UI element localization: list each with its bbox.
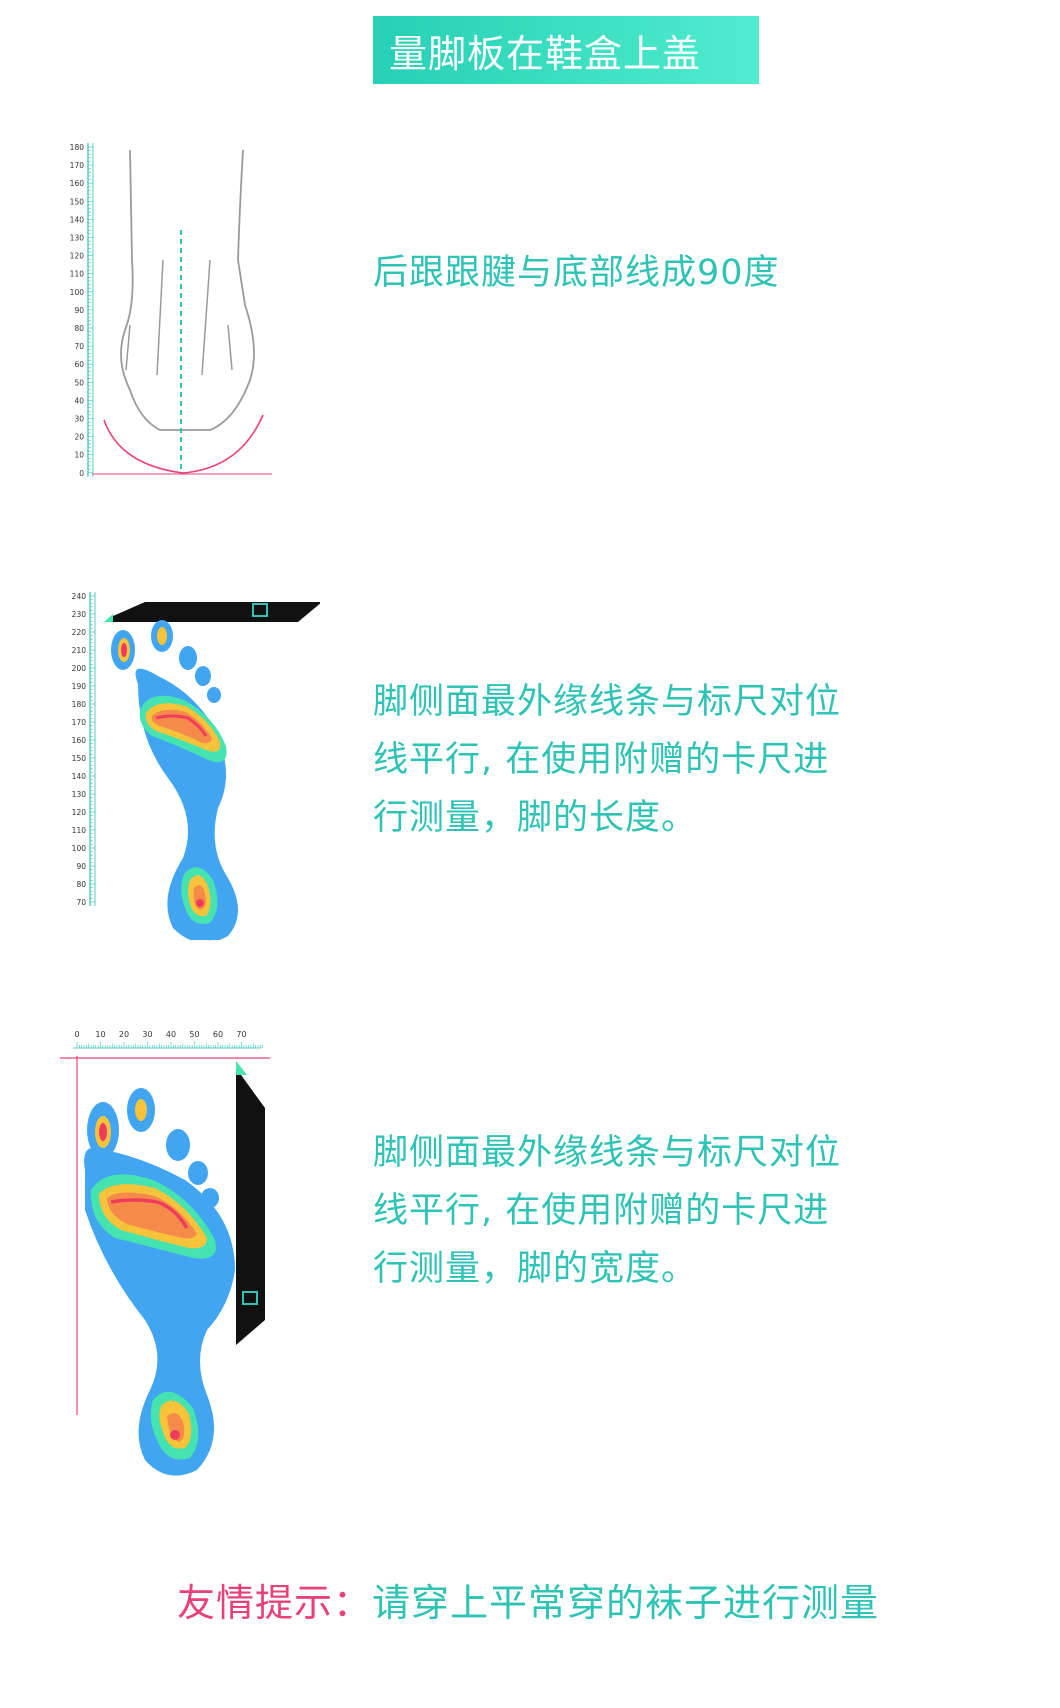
ruler-tick-label: 240 bbox=[72, 592, 87, 601]
ruler-tick-label: 90 bbox=[76, 862, 86, 871]
ruler-tick-label: 30 bbox=[142, 1030, 152, 1039]
ruler-tick-label: 160 bbox=[72, 736, 87, 745]
ankle-line bbox=[227, 324, 233, 371]
leg-outline bbox=[120, 149, 255, 431]
ruler-tick-label: 20 bbox=[74, 433, 84, 442]
ruler-tick-label: 70 bbox=[76, 898, 86, 907]
foot-heatmap bbox=[84, 1088, 236, 1476]
ruler-tick-label: 110 bbox=[70, 270, 85, 279]
instruction-line: 脚侧面最外缘线条与标尺对位 bbox=[373, 1133, 842, 1173]
ruler-tick-label: 110 bbox=[72, 826, 87, 835]
ruler-tick-label: 0 bbox=[79, 469, 84, 478]
ruler-tick-label: 220 bbox=[72, 628, 87, 637]
ruler-tick-label: 20 bbox=[119, 1030, 129, 1039]
tip-label: 友情提示： bbox=[177, 1581, 373, 1625]
foot-length-illustration: 240 230 220 210 200 190 180 170 160 150 140 130 120 1… bbox=[72, 592, 320, 940]
tip-body: 请穿上平常穿的袜子进行测量 bbox=[372, 1581, 880, 1625]
caliper-tip bbox=[236, 1061, 247, 1075]
ruler-tick-label: 150 bbox=[70, 197, 85, 206]
ruler-tick-label: 140 bbox=[70, 215, 85, 224]
instruction-line: 脚侧面最外缘线条与标尺对位 bbox=[373, 682, 842, 722]
ruler-tick-label: 120 bbox=[72, 808, 87, 817]
ruler-tick-label: 120 bbox=[70, 252, 85, 261]
ruler-tick-label: 30 bbox=[74, 415, 84, 424]
heel-illustration: 1801701601501401301201101009080706050403… bbox=[70, 143, 272, 478]
instruction-line: 线平行, 在使用附赠的卡尺进 bbox=[373, 1191, 830, 1231]
friendly-tip: 友情提示：请穿上平常穿的袜子进行测量 bbox=[177, 1572, 879, 1627]
instruction-line: 行测量，脚的长度。 bbox=[373, 798, 698, 838]
ruler-tick-label: 170 bbox=[72, 718, 87, 727]
ruler-tick-label: 50 bbox=[189, 1030, 199, 1039]
instruction-line: 线平行, 在使用附赠的卡尺进 bbox=[373, 740, 830, 780]
ruler-tick-label: 40 bbox=[74, 396, 84, 405]
vertical-ruler: 1801701601501401301201101009080706050403… bbox=[70, 143, 94, 478]
ruler-tick-label: 60 bbox=[74, 360, 84, 369]
vertical-ruler: 240 230 220 210 200 190 180 170 160 150 140 130 120 1… bbox=[72, 592, 96, 907]
ruler-tick-label: 100 bbox=[70, 288, 85, 297]
ruler-tick-label: 170 bbox=[70, 161, 85, 170]
ruler-tick-label: 10 bbox=[74, 451, 84, 460]
foot-width-illustration: 0 10 20 30 40 50 60 70 bbox=[60, 1030, 270, 1476]
ruler-tick-label: 80 bbox=[76, 880, 86, 889]
ruler-tick-label: 40 bbox=[166, 1030, 176, 1039]
ruler-tick-label: 70 bbox=[236, 1030, 246, 1039]
ruler-tick-label: 130 bbox=[72, 790, 87, 799]
ruler-tick-label: 0 bbox=[74, 1030, 79, 1039]
ruler-tick-label: 80 bbox=[74, 324, 84, 333]
instruction-line: 行测量，脚的宽度。 bbox=[373, 1249, 698, 1289]
ankle-line bbox=[125, 324, 131, 371]
ruler-tick-label: 230 bbox=[72, 610, 87, 619]
ruler-tick-label: 100 bbox=[72, 844, 87, 853]
ruler-tick-label: 150 bbox=[72, 754, 87, 763]
ruler-tick-label: 50 bbox=[74, 378, 84, 387]
caliper-tip bbox=[104, 614, 113, 622]
ruler-tick-label: 180 bbox=[72, 700, 87, 709]
tendon-line bbox=[156, 259, 164, 376]
ruler-tick-label: 200 bbox=[72, 664, 87, 673]
ruler-tick-label: 190 bbox=[72, 682, 87, 691]
ruler-tick-label: 90 bbox=[74, 306, 84, 315]
heel-instruction: 后跟跟腱与底部线成90度 bbox=[373, 244, 780, 302]
title-banner: 量脚板在鞋盒上盖 bbox=[373, 16, 759, 84]
ruler-tick-label: 140 bbox=[72, 772, 87, 781]
width-instruction: 脚侧面最外缘线条与标尺对位 线平行, 在使用附赠的卡尺进 行测量，脚的宽度。 bbox=[373, 1124, 841, 1298]
ruler-tick-label: 10 bbox=[95, 1030, 105, 1039]
instruction-line: 后跟跟腱与底部线成90度 bbox=[373, 253, 780, 293]
length-instruction: 脚侧面最外缘线条与标尺对位 线平行, 在使用附赠的卡尺进 行测量，脚的长度。 bbox=[373, 673, 841, 847]
ruler-tick-label: 60 bbox=[213, 1030, 223, 1039]
ruler-tick-label: 130 bbox=[70, 234, 85, 243]
page-title: 量脚板在鞋盒上盖 bbox=[389, 31, 702, 76]
horizontal-ruler: 0 10 20 30 40 50 60 70 bbox=[73, 1030, 263, 1049]
foot-heatmap bbox=[111, 620, 238, 940]
base-curve bbox=[103, 414, 264, 474]
tendon-line bbox=[201, 259, 211, 376]
ruler-tick-label: 180 bbox=[70, 143, 85, 152]
ruler-tick-label: 160 bbox=[70, 179, 85, 188]
ruler-tick-label: 70 bbox=[74, 342, 84, 351]
caliper-bar bbox=[113, 602, 320, 622]
ruler-tick-label: 210 bbox=[72, 646, 87, 655]
